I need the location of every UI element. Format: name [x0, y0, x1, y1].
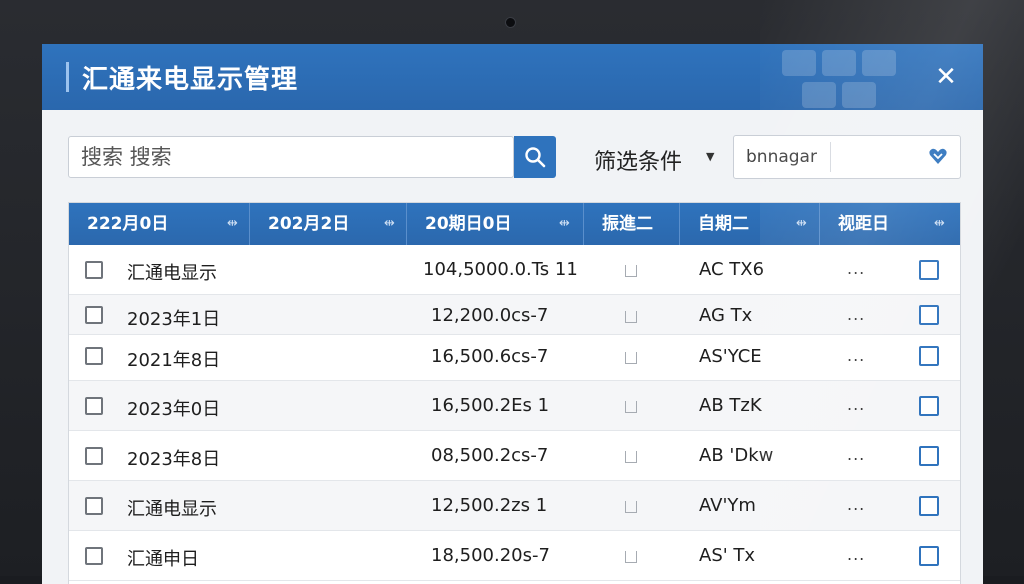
row-code: AS'YCE	[699, 346, 762, 367]
row-amount: 08,500.2cs-7	[431, 445, 549, 466]
row-name: 2023年1日	[127, 309, 221, 330]
data-table: 222月0日 ⇹ 202月2日 ⇹ 20期日0日 ⇹ 振進二 自期二 ⇹ 视距日…	[68, 202, 961, 584]
column-header-4[interactable]: 振進二	[584, 203, 680, 245]
more-icon[interactable]: ...	[847, 259, 865, 278]
search-input[interactable]	[69, 137, 513, 177]
row-amount: 12,500.2zs 1	[431, 495, 548, 516]
row-amount: 16,500.2Es 1	[431, 395, 550, 416]
row-amount: 104,5000.0.Ts 11	[423, 259, 578, 280]
title-bar: 汇通来电显示管理 ✕	[42, 44, 983, 110]
row-mini-box	[625, 451, 637, 463]
row-name: 汇通申日	[127, 549, 199, 570]
sort-icon[interactable]: ⇹	[796, 216, 807, 232]
column-header-label: 20期日0日	[425, 214, 512, 234]
camera-dot	[505, 17, 516, 28]
row-select-checkbox[interactable]	[919, 446, 939, 466]
more-icon[interactable]: ...	[847, 395, 865, 414]
table-row[interactable]: 2023年8日 08,500.2cs-7 AB 'Dkw ...	[69, 431, 960, 481]
search-box	[68, 136, 514, 178]
row-mini-box	[625, 501, 637, 513]
row-checkbox[interactable]	[85, 447, 103, 465]
row-checkbox[interactable]	[85, 397, 103, 415]
shield-heart-icon	[929, 148, 947, 164]
row-name: 汇通电显示	[127, 499, 217, 520]
row-checkbox[interactable]	[85, 547, 103, 565]
row-select-checkbox[interactable]	[919, 546, 939, 566]
table-row[interactable]: 2023年0日 16,500.2Es 1 AB TzK ...	[69, 381, 960, 431]
row-select-checkbox[interactable]	[919, 346, 939, 366]
filter-select[interactable]: bnnagar	[733, 135, 961, 179]
row-checkbox[interactable]	[85, 306, 103, 324]
sort-icon[interactable]: ⇹	[934, 216, 945, 232]
row-select-checkbox[interactable]	[919, 496, 939, 516]
table-row[interactable]: 2021年8日 16,500.6cs-7 AS'YCE ...	[69, 335, 960, 381]
sort-icon[interactable]: ⇹	[559, 216, 570, 232]
table-row[interactable]: 汇通申日 18,500.20s-7 AS' Tx ...	[69, 531, 960, 581]
row-code: AS' Tx	[699, 545, 756, 566]
row-mini-box	[625, 311, 637, 323]
row-amount: 18,500.20s-7	[431, 545, 550, 566]
column-header-label: 视距日	[838, 214, 889, 234]
decorative-tiles	[782, 50, 896, 108]
row-checkbox[interactable]	[85, 261, 103, 279]
more-icon[interactable]: ...	[847, 495, 865, 514]
column-header-label: 自期二	[698, 214, 749, 234]
row-code: AB 'Dkw	[699, 445, 774, 466]
row-name: 2023年0日	[127, 399, 221, 420]
row-select-checkbox[interactable]	[919, 305, 939, 325]
row-name: 汇通电显示	[127, 263, 217, 284]
row-name: 2021年8日	[127, 350, 221, 371]
search-button[interactable]	[514, 136, 556, 178]
more-icon[interactable]: ...	[847, 445, 865, 464]
sort-icon[interactable]: ⇹	[384, 216, 395, 232]
column-header-5[interactable]: 自期二 ⇹	[680, 203, 820, 245]
sort-icon[interactable]: ⇹	[227, 216, 238, 232]
row-amount: 16,500.6cs-7	[431, 346, 549, 367]
row-code: AG Tx	[699, 305, 753, 326]
column-header-label: 222月0日	[87, 214, 169, 234]
table-row[interactable]: 汇通电显示 104,5000.0.Ts 11 AC TX6 ...	[69, 245, 960, 295]
row-select-checkbox[interactable]	[919, 396, 939, 416]
row-checkbox[interactable]	[85, 497, 103, 515]
row-mini-box	[625, 265, 637, 277]
row-code: AB TzK	[699, 395, 762, 416]
filter-label: 筛选条件	[594, 150, 683, 175]
filter-select-value: bnnagar	[746, 147, 817, 167]
window-title: 汇通来电显示管理	[82, 65, 299, 95]
column-header-label: 202月2日	[268, 214, 350, 234]
table-row[interactable]: 汇通电显示 12,500.2zs 1 AV'Ym ...	[69, 481, 960, 531]
column-header-3[interactable]: 20期日0日 ⇹	[407, 203, 584, 245]
title-accent-bar	[66, 62, 69, 92]
caret-down-icon[interactable]: ▼	[706, 150, 714, 163]
row-amount: 12,200.0cs-7	[431, 305, 549, 326]
table-header: 222月0日 ⇹ 202月2日 ⇹ 20期日0日 ⇹ 振進二 自期二 ⇹ 视距日…	[69, 203, 960, 245]
more-icon[interactable]: ...	[847, 346, 865, 365]
row-select-checkbox[interactable]	[919, 260, 939, 280]
row-mini-box	[625, 352, 637, 364]
row-checkbox[interactable]	[85, 347, 103, 365]
search-icon	[525, 147, 546, 168]
row-code: AV'Ym	[699, 495, 756, 516]
device-bezel: 汇通来电显示管理 ✕ 筛选条件 ▼ bnnagar	[0, 0, 1024, 584]
close-icon[interactable]: ✕	[930, 61, 962, 93]
row-name: 2023年8日	[127, 449, 221, 470]
column-header-label: 振進二	[602, 214, 653, 234]
column-header-2[interactable]: 202月2日 ⇹	[250, 203, 407, 245]
column-header-6[interactable]: 视距日 ⇹	[820, 203, 960, 245]
row-mini-box	[625, 551, 637, 563]
row-code: AC TX6	[699, 259, 765, 280]
more-icon[interactable]: ...	[847, 545, 865, 564]
more-icon[interactable]: ...	[847, 305, 865, 324]
column-header-1[interactable]: 222月0日 ⇹	[69, 203, 250, 245]
select-divider	[830, 142, 831, 172]
app-window: 汇通来电显示管理 ✕ 筛选条件 ▼ bnnagar	[42, 44, 983, 584]
table-row[interactable]: 2023年1日 12,200.0cs-7 AG Tx ...	[69, 295, 960, 335]
row-mini-box	[625, 401, 637, 413]
